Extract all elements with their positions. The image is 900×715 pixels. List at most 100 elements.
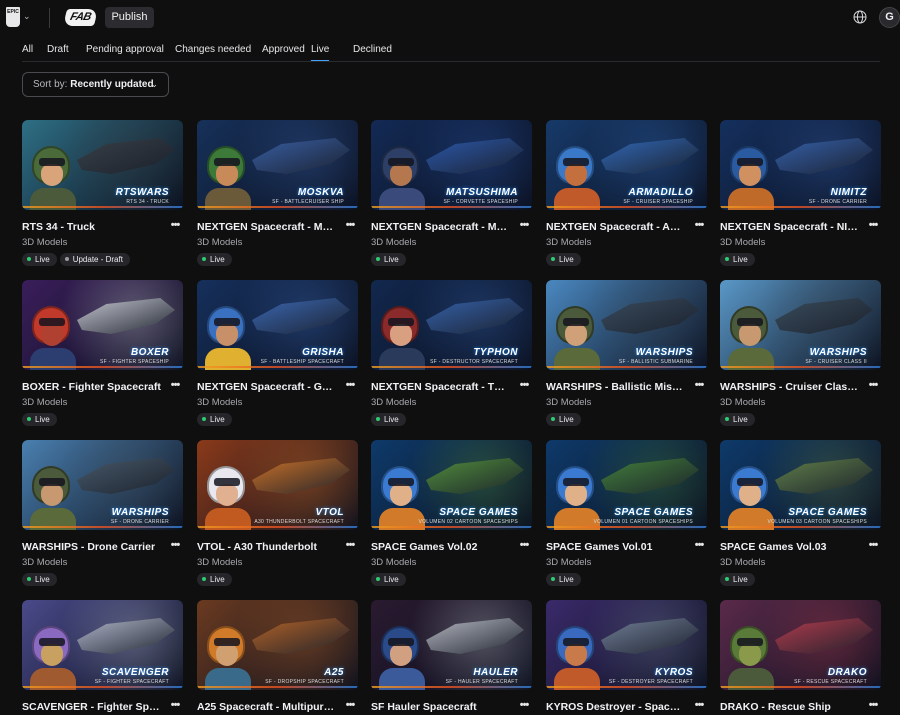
more-options-icon[interactable]: ••• <box>516 699 532 713</box>
card-title[interactable]: WARSHIPS - Drone Carrier <box>22 541 162 553</box>
product-card[interactable]: GRISHA SF - BATTLESHIP SPACECRAFT NEXTGEN … <box>197 280 358 430</box>
thumbnail-title: WARSHIPS <box>635 347 693 358</box>
card-title[interactable]: SPACE Games Vol.01 <box>546 541 686 553</box>
more-options-icon[interactable]: ••• <box>342 379 358 393</box>
product-card[interactable]: NIMITZ SF - DRONE CARRIER NEXTGEN Spacecra… <box>720 120 881 270</box>
more-options-icon[interactable]: ••• <box>691 539 707 553</box>
more-options-icon[interactable]: ••• <box>865 539 881 553</box>
card-title[interactable]: VTOL - A30 Thunderbolt <box>197 541 337 553</box>
more-options-icon[interactable]: ••• <box>516 379 532 393</box>
product-card[interactable]: SPACE GAMES VOLUMEN 03 CARTOON SPACESHIPS… <box>720 440 881 590</box>
product-card[interactable]: MOSKVA SF - BATTLECRUISER SHIP NEXTGEN Spa… <box>197 120 358 270</box>
card-title[interactable]: BOXER - Fighter Spacecraft <box>22 381 162 393</box>
chevron-down-icon[interactable]: ⌄ <box>23 11 31 22</box>
more-options-icon[interactable]: ••• <box>865 379 881 393</box>
card-title[interactable]: SPACE Games Vol.03 <box>720 541 860 553</box>
tab-live[interactable]: Live <box>311 40 330 62</box>
status-badge: Update - Draft <box>59 253 130 266</box>
product-card[interactable]: SPACE GAMES VOLUMEN 01 CARTOON SPACESHIPS… <box>546 440 707 590</box>
more-options-icon[interactable]: ••• <box>691 699 707 713</box>
product-card[interactable]: RTSWARS RTS 34 - TRUCK RTS 34 - Truck ••• 3D… <box>22 120 183 270</box>
card-title[interactable]: SCAVENGER - Fighter Spacecraft <box>22 701 162 713</box>
product-thumbnail[interactable]: BOXER SF - FIGHTER SPACESHIP <box>22 280 183 370</box>
fab-logo[interactable]: FAB <box>62 9 99 26</box>
product-thumbnail[interactable]: SPACE GAMES VOLUMEN 02 CARTOON SPACESHIPS <box>371 440 532 530</box>
product-card[interactable]: ARMADILLO SF - CRUISER SPACESHIP NEXTGEN S… <box>546 120 707 270</box>
product-card[interactable]: KYROS SF - DESTROYER SPACECRAFT KYROS Dest… <box>546 600 707 715</box>
product-card[interactable]: HAULER SF - HAULER SPACECRAFT SF Hauler Sp… <box>371 600 532 715</box>
product-card[interactable]: WARSHIPS SF - DRONE CARRIER WARSHIPS - Dro… <box>22 440 183 590</box>
product-card[interactable]: WARSHIPS SF - CRUISER CLASS II WARSHIPS - … <box>720 280 881 430</box>
tab-declined[interactable]: Declined <box>353 40 392 62</box>
product-card[interactable]: BOXER SF - FIGHTER SPACESHIP BOXER - Fight… <box>22 280 183 430</box>
product-card[interactable]: DRAKO SF - RESCUE SPACECRAFT DRAKO - Rescu… <box>720 600 881 715</box>
status-badges: Live <box>546 413 584 426</box>
more-options-icon[interactable]: ••• <box>516 539 532 553</box>
tab-pending-approval[interactable]: Pending approval <box>86 40 164 62</box>
product-thumbnail[interactable]: SCAVENGER SF - FIGHTER SPACECRAFT <box>22 600 183 690</box>
card-title[interactable]: NEXTGEN Spacecraft - ARMADILLO <box>546 221 686 233</box>
product-thumbnail[interactable]: MATSUSHIMA SF - CORVETTE SPACESHIP <box>371 120 532 210</box>
tab-draft[interactable]: Draft <box>47 40 69 62</box>
product-thumbnail[interactable]: WARSHIPS SF - BALLISTIC SUBMARINE <box>546 280 707 370</box>
card-title[interactable]: DRAKO - Rescue Ship <box>720 701 860 713</box>
tab-approved[interactable]: Approved <box>262 40 305 62</box>
more-options-icon[interactable]: ••• <box>342 699 358 713</box>
card-title[interactable]: SF Hauler Spacecraft <box>371 701 511 713</box>
product-card[interactable]: SCAVENGER SF - FIGHTER SPACECRAFT SCAVENGE… <box>22 600 183 715</box>
thumbnail-subtitle: SF - DESTROYER SPACECRAFT <box>608 679 693 685</box>
more-options-icon[interactable]: ••• <box>342 539 358 553</box>
product-thumbnail[interactable]: SPACE GAMES VOLUMEN 01 CARTOON SPACESHIPS <box>546 440 707 530</box>
product-thumbnail[interactable]: NIMITZ SF - DRONE CARRIER <box>720 120 881 210</box>
more-options-icon[interactable]: ••• <box>167 539 183 553</box>
globe-icon[interactable] <box>853 10 867 24</box>
card-title[interactable]: NEXTGEN Spacecraft - GRISHA <box>197 381 337 393</box>
card-title[interactable]: A25 Spacecraft - Multipurpose <box>197 701 337 713</box>
product-thumbnail[interactable]: HAULER SF - HAULER SPACECRAFT <box>371 600 532 690</box>
more-options-icon[interactable]: ••• <box>167 219 183 233</box>
product-thumbnail[interactable]: MOSKVA SF - BATTLECRUISER SHIP <box>197 120 358 210</box>
more-options-icon[interactable]: ••• <box>516 219 532 233</box>
product-thumbnail[interactable]: WARSHIPS SF - DRONE CARRIER <box>22 440 183 530</box>
card-title[interactable]: WARSHIPS - Ballistic Missile Submarine <box>546 381 686 393</box>
product-thumbnail[interactable]: TYPHON SF - DESTRUCTOR SPACECRAFT <box>371 280 532 370</box>
more-options-icon[interactable]: ••• <box>342 219 358 233</box>
more-options-icon[interactable]: ••• <box>691 379 707 393</box>
product-card[interactable]: WARSHIPS SF - BALLISTIC SUBMARINE WARSHIPS… <box>546 280 707 430</box>
card-title[interactable]: NEXTGEN Spacecraft - MOSKVA <box>197 221 337 233</box>
product-thumbnail[interactable]: ARMADILLO SF - CRUISER SPACESHIP <box>546 120 707 210</box>
card-title[interactable]: RTS 34 - Truck <box>22 221 162 233</box>
card-title[interactable]: SPACE Games Vol.02 <box>371 541 511 553</box>
product-card[interactable]: A25 SF - DROPSHIP SPACECRAFT A25 Spacecraf… <box>197 600 358 715</box>
card-title[interactable]: WARSHIPS - Cruiser Class II <box>720 381 860 393</box>
epic-games-logo[interactable]: EPIC <box>6 7 20 27</box>
more-options-icon[interactable]: ••• <box>167 379 183 393</box>
more-options-icon[interactable]: ••• <box>167 699 183 713</box>
product-card[interactable]: TYPHON SF - DESTRUCTOR SPACECRAFT NEXTGEN … <box>371 280 532 430</box>
card-title[interactable]: NEXTGEN Spacecraft - NIMITZ <box>720 221 860 233</box>
product-thumbnail[interactable]: DRAKO SF - RESCUE SPACECRAFT <box>720 600 881 690</box>
card-title[interactable]: KYROS Destroyer - Spacecraft <box>546 701 686 713</box>
tab-changes-needed[interactable]: Changes needed <box>175 40 251 62</box>
more-options-icon[interactable]: ••• <box>865 699 881 713</box>
product-thumbnail[interactable]: SPACE GAMES VOLUMEN 03 CARTOON SPACESHIPS <box>720 440 881 530</box>
product-card[interactable]: MATSUSHIMA SF - CORVETTE SPACESHIP NEXTGEN… <box>371 120 532 270</box>
status-dot-icon <box>202 256 206 261</box>
tab-all[interactable]: All <box>22 40 33 62</box>
more-options-icon[interactable]: ••• <box>691 219 707 233</box>
publish-button[interactable]: Publish <box>105 7 154 28</box>
product-card[interactable]: SPACE GAMES VOLUMEN 02 CARTOON SPACESHIPS… <box>371 440 532 590</box>
product-thumbnail[interactable]: KYROS SF - DESTROYER SPACECRAFT <box>546 600 707 690</box>
more-options-icon[interactable]: ••• <box>865 219 881 233</box>
product-thumbnail[interactable]: GRISHA SF - BATTLESHIP SPACECRAFT <box>197 280 358 370</box>
status-badge-label: Live <box>559 255 574 264</box>
product-thumbnail[interactable]: WARSHIPS SF - CRUISER CLASS II <box>720 280 881 370</box>
product-thumbnail[interactable]: RTSWARS RTS 34 - TRUCK <box>22 120 183 210</box>
product-card[interactable]: VTOL A30 THUNDERBOLT SPACECRAFT VTOL - A30… <box>197 440 358 590</box>
product-thumbnail[interactable]: A25 SF - DROPSHIP SPACECRAFT <box>197 600 358 690</box>
card-title[interactable]: NEXTGEN Spacecraft - MATSUSHIMA <box>371 221 511 233</box>
product-thumbnail[interactable]: VTOL A30 THUNDERBOLT SPACECRAFT <box>197 440 358 530</box>
avatar[interactable]: G <box>879 7 900 28</box>
sort-dropdown[interactable]: Sort by: Recently updated ⌄ <box>22 72 169 97</box>
card-title[interactable]: NEXTGEN Spacecraft - TYPHON <box>371 381 511 393</box>
